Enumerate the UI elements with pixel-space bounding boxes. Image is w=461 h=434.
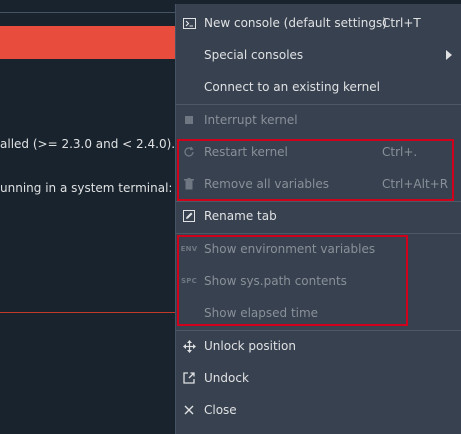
move-icon — [182, 339, 196, 353]
undock-icon — [182, 371, 196, 385]
console-context-menu: New console (default settings) Ctrl+T Sp… — [175, 4, 461, 434]
menu-item-label: Unlock position — [204, 339, 296, 353]
console-output-line: unning in a system terminal: — [0, 181, 173, 195]
menu-item-interrupt-kernel[interactable]: Interrupt kernel — [176, 105, 461, 135]
menu-item-close[interactable]: Close — [176, 395, 461, 425]
menu-item-label: Interrupt kernel — [204, 113, 298, 127]
submenu-arrow-icon — [446, 50, 452, 60]
menu-item-label: New console (default settings) — [204, 16, 387, 30]
close-icon — [182, 403, 196, 417]
menu-item-label: Undock — [204, 371, 249, 385]
menu-item-label: Rename tab — [204, 209, 277, 223]
error-banner — [0, 26, 177, 59]
edit-icon — [182, 209, 196, 223]
pane-bottom-border — [0, 312, 177, 313]
console-output-line: alled (>= 2.3.0 and < 2.4.0). Wit — [0, 137, 199, 151]
highlight-box-kernel-actions — [177, 139, 454, 201]
menu-item-label: Close — [204, 403, 237, 417]
highlight-box-show-options — [177, 235, 408, 326]
menu-item-undock[interactable]: Undock — [176, 363, 461, 393]
menu-item-label: Special consoles — [204, 48, 304, 62]
menu-item-special-consoles[interactable]: Special consoles — [176, 40, 461, 70]
menu-item-shortcut: Ctrl+T — [382, 16, 421, 30]
menu-item-new-console[interactable]: New console (default settings) Ctrl+T — [176, 8, 461, 38]
menu-item-rename-tab[interactable]: Rename tab — [176, 201, 461, 231]
menu-item-connect-kernel[interactable]: Connect to an existing kernel — [176, 72, 461, 102]
stop-icon — [182, 113, 196, 127]
menu-item-unlock-position[interactable]: Unlock position — [176, 331, 461, 361]
menu-item-label: Connect to an existing kernel — [204, 80, 380, 94]
console-icon — [182, 16, 196, 30]
